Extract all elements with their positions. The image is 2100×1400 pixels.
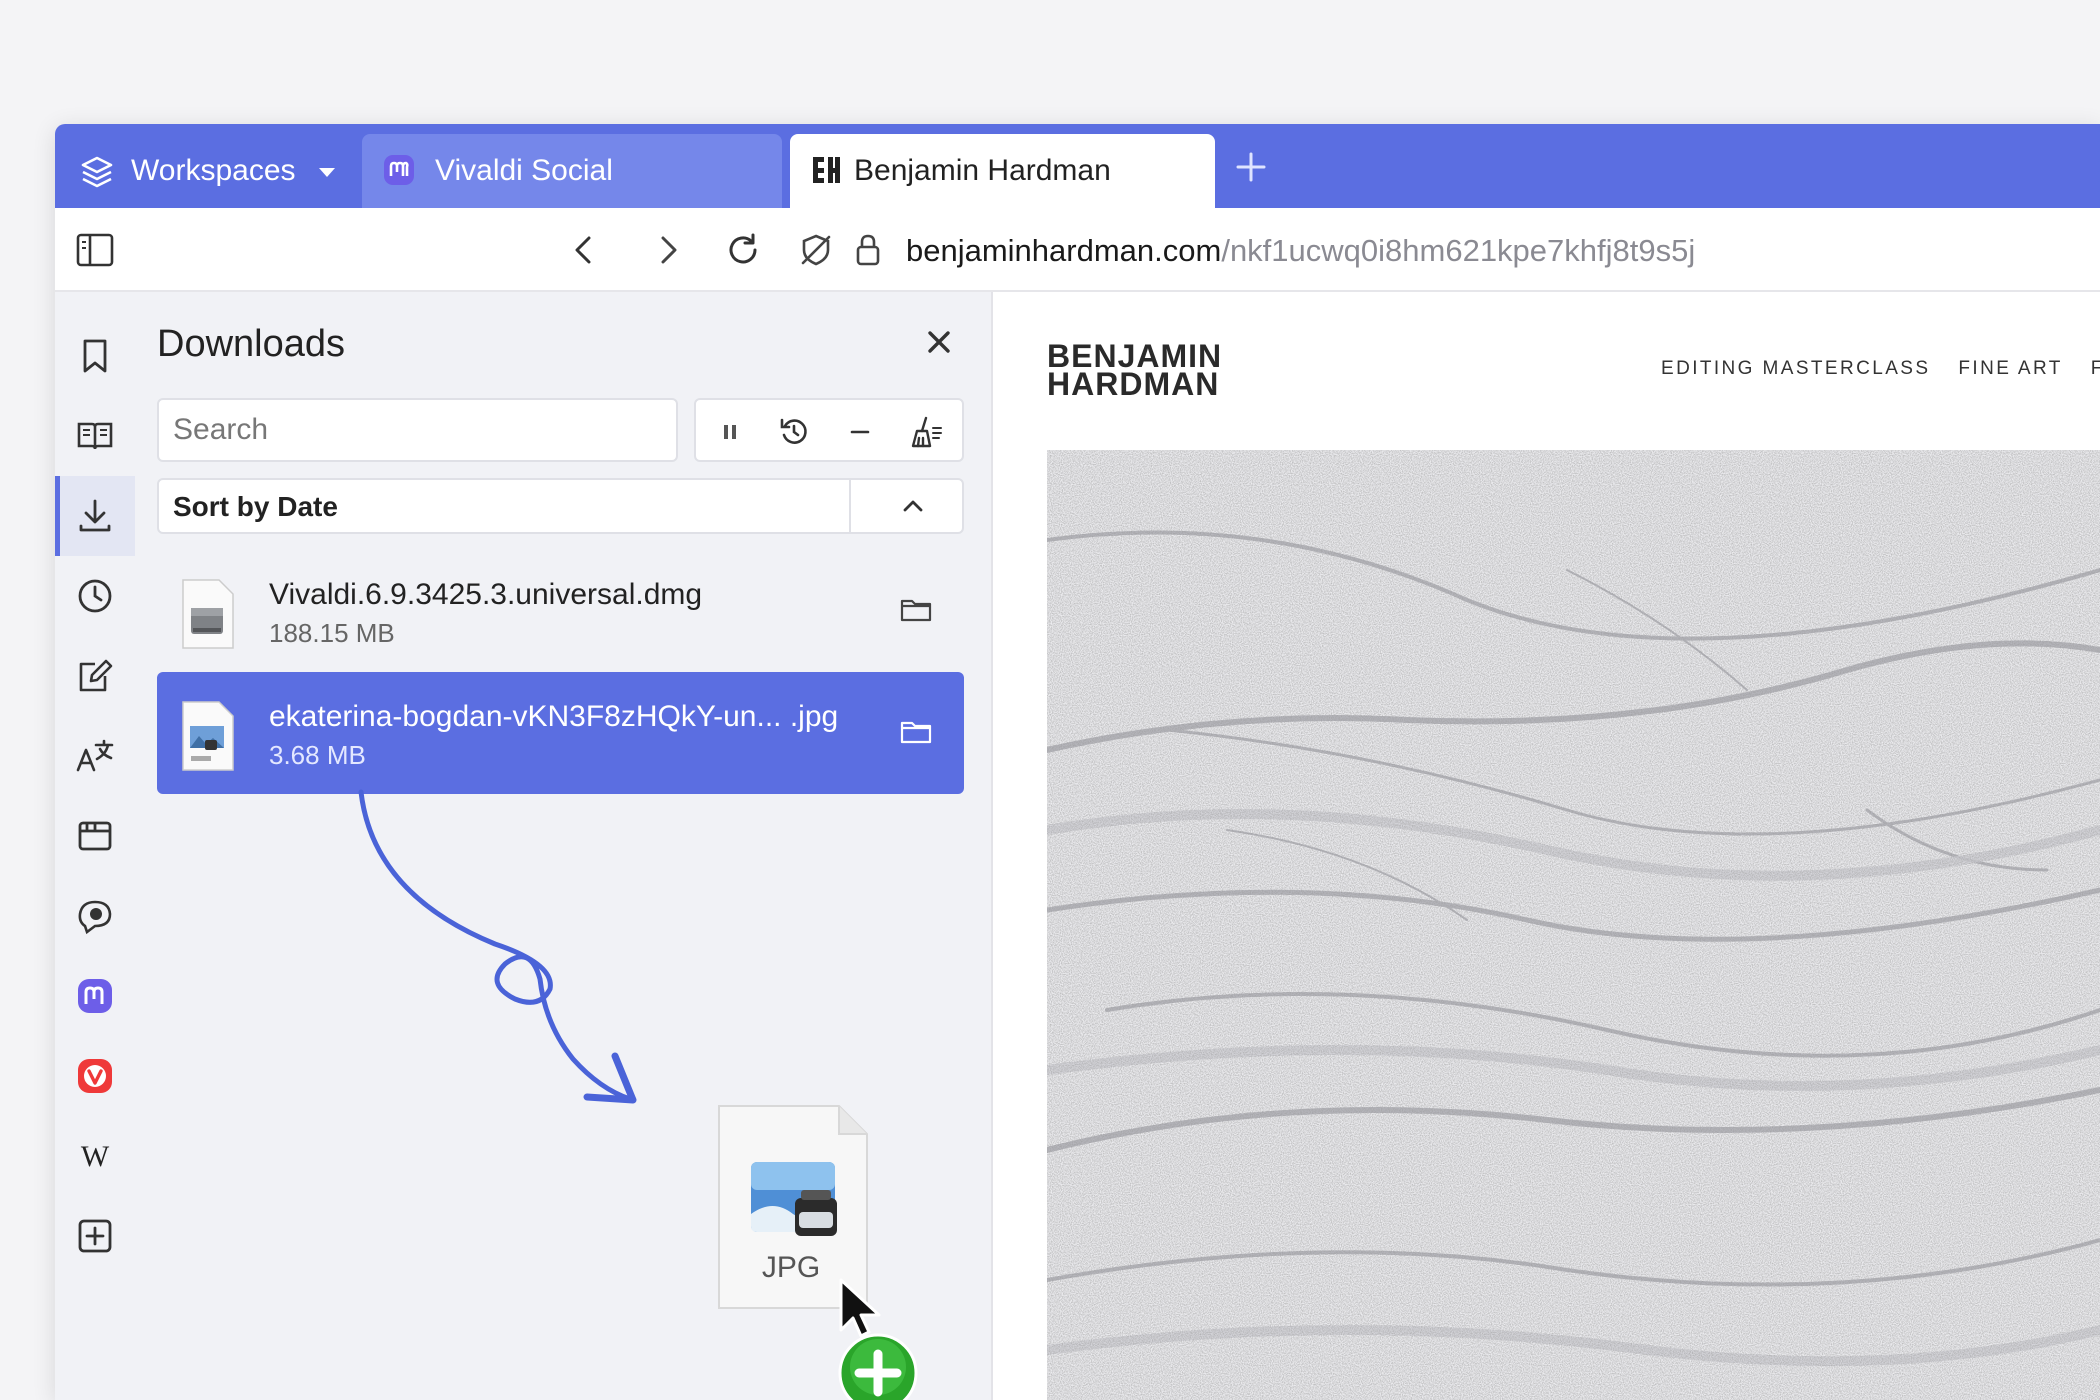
reload-icon[interactable] (723, 230, 763, 270)
sort-dropdown[interactable]: Sort by Date (157, 478, 964, 534)
landscape-photo (1047, 450, 2100, 1400)
drag-hint-arrow (358, 789, 637, 1104)
panel-toggle-icon[interactable] (75, 232, 115, 268)
url-path: /nkf1ucwq0i8hm621kpe7khfj8t9s5j (1221, 233, 1696, 268)
mastodon-panel-icon (78, 979, 112, 1013)
workspaces-label: Workspaces (131, 154, 296, 187)
download-filename: Vivaldi.6.9.3425.3.universal.dmg (269, 578, 703, 611)
downloads-toolbar (694, 398, 964, 462)
bh-site-icon (813, 157, 840, 183)
notes-icon (79, 659, 113, 692)
sort-label: Sort by Date (173, 491, 338, 522)
site-logo[interactable]: BENJAMIN HARDMAN (1047, 340, 1222, 402)
wikipedia-panel-icon: W (81, 1140, 110, 1173)
svg-text:W: W (81, 1140, 110, 1173)
add-copy-badge-icon (838, 1333, 918, 1400)
tab-label: Benjamin Hardman (854, 154, 1111, 187)
jpeg-file-icon (182, 701, 234, 771)
nav-link-fine-art[interactable]: FINE ART (1958, 358, 2062, 380)
sidebar-item-mastodon[interactable] (55, 956, 135, 1036)
forward-icon[interactable] (647, 230, 687, 270)
panel-title: Downloads (157, 323, 345, 365)
feed-reader-icon (78, 900, 112, 935)
tab-benjamin-hardman[interactable]: Benjamin Hardman (790, 134, 1215, 208)
new-tab-plus-icon[interactable] (1232, 148, 1270, 186)
remove-icon[interactable] (842, 414, 878, 450)
browser-window: Workspaces Vivaldi Social Benjamin Hardm… (55, 124, 2100, 1400)
site-logo-line2: HARDMAN (1047, 366, 1220, 402)
tab-label: Vivaldi Social (435, 154, 613, 187)
layers-icon (81, 156, 113, 188)
tab-vivaldi-social[interactable]: Vivaldi Social (362, 134, 782, 208)
bookmark-icon (83, 339, 107, 373)
add-panel-icon (78, 1219, 112, 1253)
drag-file-type: JPG (762, 1251, 820, 1284)
vivaldi-panel-icon (78, 1059, 112, 1093)
sidebar-item-feeds[interactable] (55, 876, 135, 956)
nav-link-editing-masterclass[interactable]: EDITING MASTERCLASS (1661, 358, 1930, 380)
sidebar-item-downloads[interactable] (55, 476, 135, 556)
window-icon (78, 821, 112, 851)
clear-list-broom-icon[interactable] (908, 414, 944, 450)
disk-image-file-icon (182, 579, 234, 649)
sidebar-item-reading-list[interactable] (55, 396, 135, 476)
sidebar-item-history[interactable] (55, 556, 135, 636)
folder-icon[interactable] (899, 714, 933, 748)
translate-icon (76, 739, 114, 772)
mastodon-icon (384, 155, 414, 185)
workspaces-button[interactable]: Workspaces (55, 134, 362, 208)
close-icon[interactable] (925, 328, 953, 356)
panel-icon-bar: W (55, 292, 135, 1400)
resume-history-icon[interactable] (776, 414, 812, 450)
sidebar-item-notes[interactable] (55, 636, 135, 716)
sidebar-item-add-panel[interactable] (55, 1196, 135, 1276)
sidebar-item-bookmarks[interactable] (55, 316, 135, 396)
download-filename: ekaterina-bogdan-vKN3F8zHQkY-un... .jpg (269, 700, 839, 733)
web-content: BENJAMIN HARDMAN EDITING MASTERCLASS FIN… (995, 292, 2100, 1400)
sidebar-item-window[interactable] (55, 796, 135, 876)
sidebar-item-wikipedia[interactable]: W (55, 1116, 135, 1196)
download-item-selected[interactable]: ekaterina-bogdan-vKN3F8zHQkY-un... .jpg … (157, 672, 964, 794)
chevron-up-icon[interactable] (899, 492, 927, 520)
url-host: benjaminhardman.com (906, 233, 1222, 268)
address-bar: benjaminhardman.com/nkf1ucwq0i8hm621kpe7… (55, 208, 2100, 292)
site-nav: EDITING MASTERCLASS FINE ART FI (1661, 358, 2100, 380)
divider (849, 480, 851, 532)
download-item[interactable]: Vivaldi.6.9.3425.3.universal.dmg 188.15 … (157, 550, 964, 672)
chevron-down-icon[interactable] (313, 158, 341, 186)
downloads-search-input[interactable] (157, 398, 678, 462)
url-field[interactable]: benjaminhardman.com/nkf1ucwq0i8hm621kpe7… (790, 216, 2100, 284)
tracker-blocker-icon[interactable] (798, 232, 834, 268)
reading-list-icon (77, 422, 113, 450)
lock-icon[interactable] (850, 232, 886, 268)
folder-icon[interactable] (899, 592, 933, 626)
history-icon (78, 579, 112, 613)
downloads-icon (79, 499, 111, 532)
url-text: benjaminhardman.com/nkf1ucwq0i8hm621kpe7… (906, 233, 1695, 269)
download-size: 188.15 MB (269, 618, 395, 648)
pause-icon[interactable] (712, 414, 748, 450)
download-size: 3.68 MB (269, 740, 366, 770)
sidebar-item-vivaldi[interactable] (55, 1036, 135, 1116)
back-icon[interactable] (565, 230, 605, 270)
nav-link-truncated[interactable]: FI (2091, 358, 2100, 380)
tab-bar: Workspaces Vivaldi Social Benjamin Hardm… (55, 124, 2100, 208)
sidebar-item-translate[interactable] (55, 716, 135, 796)
hero-photo (1047, 450, 2100, 1400)
